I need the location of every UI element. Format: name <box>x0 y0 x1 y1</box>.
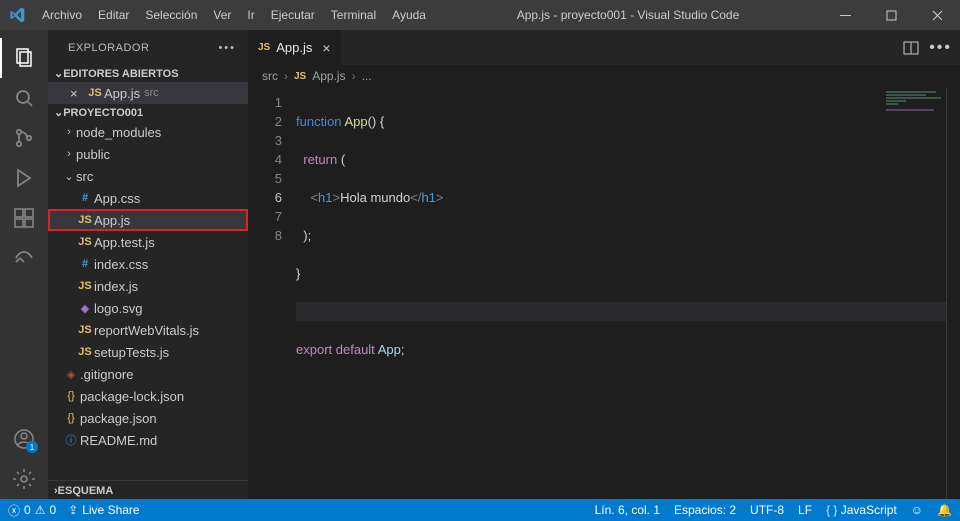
search-icon[interactable] <box>0 78 48 118</box>
bell-icon[interactable]: 🔔 <box>937 503 952 517</box>
status-cursor-pos[interactable]: Lín. 6, col. 1 <box>595 503 660 517</box>
folder-node-modules[interactable]: ›node_modules <box>48 121 248 143</box>
breadcrumb-more[interactable]: ... <box>362 69 372 83</box>
project-header[interactable]: ⌄PROYECTO001 <box>48 104 248 121</box>
status-live-share[interactable]: ⇪Live Share <box>68 503 139 517</box>
json-file-icon: {} <box>62 390 80 402</box>
breadcrumb-src[interactable]: src <box>262 69 278 83</box>
extensions-icon[interactable] <box>0 198 48 238</box>
js-file-icon: JS <box>76 346 94 358</box>
explorer-panel: EXPLORADOR ••• ⌄EDITORES ABIERTOS × JS A… <box>48 30 248 499</box>
source-control-icon[interactable] <box>0 118 48 158</box>
js-file-icon: JS <box>76 280 94 292</box>
css-file-icon: # <box>76 258 94 270</box>
code-editor[interactable]: 12345678 function App() { return ( <h1>H… <box>248 87 960 499</box>
open-editors-header[interactable]: ⌄EDITORES ABIERTOS <box>48 65 248 82</box>
explorer-icon[interactable] <box>0 38 48 78</box>
error-icon: ⓧ <box>8 502 20 519</box>
accounts-badge: 1 <box>26 441 38 453</box>
info-file-icon: ⓘ <box>62 432 80 448</box>
outline-header[interactable]: ›ESQUEMA <box>48 480 248 499</box>
file-app-test[interactable]: JSApp.test.js <box>48 231 248 253</box>
vscode-logo-icon <box>0 7 34 23</box>
js-file-icon: JS <box>86 87 104 99</box>
folder-public[interactable]: ›public <box>48 143 248 165</box>
js-file-icon: JS <box>76 236 94 248</box>
scrollbar[interactable] <box>946 87 960 499</box>
maximize-button[interactable] <box>868 0 914 30</box>
js-file-icon: JS <box>76 214 94 226</box>
status-problems[interactable]: ⓧ0 ⚠0 <box>8 502 56 519</box>
file-index-js[interactable]: JSindex.js <box>48 275 248 297</box>
status-encoding[interactable]: UTF-8 <box>750 503 784 517</box>
minimize-button[interactable] <box>822 0 868 30</box>
split-editor-icon[interactable] <box>903 40 919 56</box>
feedback-icon[interactable]: ☺ <box>911 503 923 517</box>
chevron-right-icon: › <box>284 69 288 83</box>
explorer-title: EXPLORADOR <box>68 42 149 54</box>
file-setup-tests[interactable]: JSsetupTests.js <box>48 341 248 363</box>
editor-more-icon[interactable]: ••• <box>929 39 952 57</box>
git-file-icon: ◈ <box>62 368 80 381</box>
file-package-lock[interactable]: {}package-lock.json <box>48 385 248 407</box>
editor-tabs: JS App.js × ••• <box>248 30 960 65</box>
open-editor-item[interactable]: × JS App.js src <box>48 82 248 104</box>
status-language[interactable]: { } JavaScript <box>826 503 897 517</box>
open-editor-label: App.js <box>104 86 140 101</box>
window-title: App.js - proyecto001 - Visual Studio Cod… <box>434 8 822 22</box>
breadcrumbs[interactable]: src › JS App.js › ... <box>248 65 960 87</box>
run-debug-icon[interactable] <box>0 158 48 198</box>
code-content[interactable]: function App() { return ( <h1>Hola mundo… <box>296 87 960 499</box>
close-editor-icon[interactable]: × <box>70 86 86 101</box>
file-app-js[interactable]: JSApp.js <box>48 209 248 231</box>
menu-ir[interactable]: Ir <box>239 0 262 30</box>
live-share-icon: ⇪ <box>68 503 78 517</box>
chevron-right-icon: › <box>352 69 356 83</box>
file-gitignore[interactable]: ◈.gitignore <box>48 363 248 385</box>
status-eol[interactable]: LF <box>798 503 812 517</box>
folder-src[interactable]: ⌄src <box>48 165 248 187</box>
menu-ejecutar[interactable]: Ejecutar <box>263 0 323 30</box>
menu-ayuda[interactable]: Ayuda <box>384 0 434 30</box>
menu-archivo[interactable]: Archivo <box>34 0 90 30</box>
minimap[interactable] <box>886 91 946 121</box>
breadcrumb-file[interactable]: App.js <box>312 69 345 83</box>
menu-seleccion[interactable]: Selección <box>137 0 205 30</box>
explorer-more-icon[interactable]: ••• <box>218 42 236 54</box>
titlebar: Archivo Editar Selección Ver Ir Ejecutar… <box>0 0 960 30</box>
js-file-icon: JS <box>258 42 270 53</box>
editor-area: JS App.js × ••• src › JS App.js › ... 12… <box>248 30 960 499</box>
accounts-icon[interactable]: 1 <box>0 419 48 459</box>
tab-app-js[interactable]: JS App.js × <box>248 30 342 65</box>
js-file-icon: JS <box>294 71 306 82</box>
file-readme[interactable]: ⓘREADME.md <box>48 429 248 451</box>
tab-label: App.js <box>276 40 312 55</box>
file-report-web-vitals[interactable]: JSreportWebVitals.js <box>48 319 248 341</box>
css-file-icon: # <box>76 192 94 204</box>
file-app-css[interactable]: #App.css <box>48 187 248 209</box>
file-logo-svg[interactable]: ◆logo.svg <box>48 297 248 319</box>
settings-gear-icon[interactable] <box>0 459 48 499</box>
line-numbers: 12345678 <box>248 87 296 499</box>
menu-terminal[interactable]: Terminal <box>323 0 384 30</box>
menu-ver[interactable]: Ver <box>205 0 239 30</box>
menu-editar[interactable]: Editar <box>90 0 137 30</box>
file-index-css[interactable]: #index.css <box>48 253 248 275</box>
status-indent[interactable]: Espacios: 2 <box>674 503 736 517</box>
main-menu: Archivo Editar Selección Ver Ir Ejecutar… <box>34 0 434 30</box>
js-file-icon: JS <box>76 324 94 336</box>
file-package-json[interactable]: {}package.json <box>48 407 248 429</box>
warning-icon: ⚠ <box>35 503 46 517</box>
svg-file-icon: ◆ <box>76 302 94 315</box>
tab-close-icon[interactable]: × <box>322 40 330 56</box>
activity-bar: 1 <box>0 30 48 499</box>
status-bar: ⓧ0 ⚠0 ⇪Live Share Lín. 6, col. 1 Espacio… <box>0 499 960 521</box>
close-button[interactable] <box>914 0 960 30</box>
live-share-icon[interactable] <box>0 238 48 278</box>
json-file-icon: {} <box>62 412 80 424</box>
open-editor-dir: src <box>144 87 159 99</box>
